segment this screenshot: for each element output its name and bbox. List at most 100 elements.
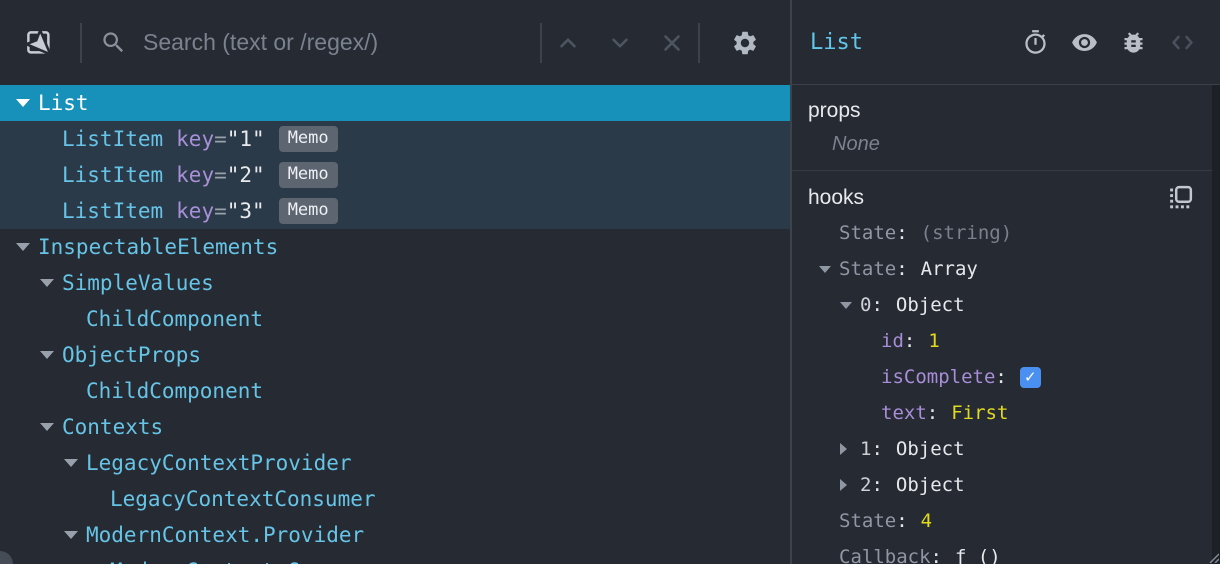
equals-sign: =	[214, 127, 227, 151]
key-attribute-value: "3"	[226, 199, 265, 223]
expander-down-icon[interactable]	[40, 423, 62, 431]
tree-row-listitem-2[interactable]: ListItem key = "2" Memo	[0, 157, 790, 193]
key-attribute-name: key	[176, 199, 215, 223]
suspend-toggle-button[interactable]	[1022, 29, 1049, 56]
tree-row-childcomponent-2[interactable]: ChildComponent	[0, 373, 790, 409]
component-name: ChildComponent	[86, 379, 264, 403]
hook-row-array-item-1[interactable]: 1: Object	[792, 431, 1220, 467]
hooks-section-title: hooks	[808, 185, 865, 209]
key-attribute-name: key	[176, 127, 215, 151]
hook-value: ƒ ()	[954, 546, 1001, 564]
component-name: ModernContext.Provider	[86, 523, 365, 547]
stopwatch-icon	[1025, 29, 1046, 54]
expander-down-icon[interactable]	[40, 351, 62, 359]
array-index: 2	[860, 474, 872, 496]
hook-value: Object	[895, 294, 965, 316]
tree-row-childcomponent-1[interactable]: ChildComponent	[0, 301, 790, 337]
expander-down-icon[interactable]	[40, 279, 62, 287]
hook-row-id[interactable]: id: 1	[792, 323, 1220, 359]
memo-badge: Memo	[278, 126, 338, 152]
react-devtools-components: List ListItem key="1" Memo ListItem key=…	[0, 0, 1220, 564]
expander-down-icon[interactable]	[840, 301, 860, 309]
key-attribute-value: "2"	[226, 163, 265, 187]
tree-row-simplevalues[interactable]: SimpleValues	[0, 265, 790, 301]
parse-hook-names-button[interactable]	[1167, 184, 1194, 211]
chevron-up-icon	[560, 37, 576, 48]
toolbar-divider	[80, 22, 82, 63]
dashed-square-icon	[1170, 185, 1193, 209]
tree-toolbar	[0, 0, 790, 85]
inspect-dom-button[interactable]	[1071, 29, 1098, 56]
view-source-button[interactable]	[1169, 29, 1196, 56]
tree-row-legacycontextconsumer[interactable]: LegacyContextConsumer	[0, 481, 790, 517]
tree-row-listitem-3[interactable]: ListItem key = "3" Memo	[0, 193, 790, 229]
memo-badge: Memo	[278, 162, 338, 188]
gear-icon	[734, 31, 756, 54]
tree-row-objectprops[interactable]: ObjectProps	[0, 337, 790, 373]
props-section-title: props	[808, 99, 861, 122]
log-to-console-button[interactable]	[1120, 29, 1147, 56]
tree-row-moderncontextconsumer[interactable]: ModernContext.Consumer	[0, 553, 790, 564]
editable-value[interactable]: 1	[928, 330, 939, 352]
hook-row-iscomplete[interactable]: isComplete: ✓	[792, 359, 1220, 395]
hook-row-array-item-0[interactable]: 0: Object	[792, 287, 1220, 323]
chevron-down-icon	[612, 37, 628, 48]
hooks-section-header: hooks	[792, 171, 1220, 215]
scrollbar-track[interactable]	[1212, 85, 1220, 564]
tree-row-legacycontextprovider[interactable]: LegacyContextProvider	[0, 445, 790, 481]
editable-value[interactable]: 4	[921, 510, 932, 532]
next-result-button[interactable]	[594, 22, 646, 64]
editable-value[interactable]: First	[951, 402, 1008, 424]
expander-down-icon[interactable]	[819, 265, 839, 273]
hook-value: Object	[895, 474, 965, 496]
previous-result-button[interactable]	[542, 22, 594, 64]
tree-row-contexts[interactable]: Contexts	[0, 409, 790, 445]
hook-value: (string)	[920, 222, 1013, 244]
props-empty-value: None	[832, 133, 880, 155]
object-key: text	[881, 402, 927, 424]
memo-badge: Memo	[278, 198, 338, 224]
component-name: SimpleValues	[62, 271, 214, 295]
expander-down-icon[interactable]	[64, 531, 86, 539]
hook-row-state-array[interactable]: State: Array	[792, 251, 1220, 287]
expander-down-icon[interactable]	[16, 99, 38, 107]
expander-right-icon[interactable]	[840, 479, 860, 491]
equals-sign: =	[214, 163, 227, 187]
selected-element-panel: List props None hooks State: (string) S…	[792, 0, 1220, 564]
hook-name: State	[839, 510, 897, 532]
search-input[interactable]	[143, 29, 540, 56]
hook-row-callback: Callback: ƒ ()	[792, 539, 1220, 564]
array-index: 1	[860, 438, 872, 460]
inspect-element-button[interactable]	[24, 28, 54, 58]
key-attribute-value: "1"	[226, 127, 265, 151]
expander-right-icon[interactable]	[840, 443, 860, 455]
component-name: ListItem	[62, 163, 164, 187]
hook-name: State	[839, 258, 897, 280]
key-attribute-name: key	[176, 163, 215, 187]
colon: :	[926, 402, 939, 424]
component-name: LegacyContextConsumer	[110, 487, 376, 511]
tree-row-inspectableelements[interactable]: InspectableElements	[0, 229, 790, 265]
tree-row-moderncontextprovider[interactable]: ModernContext.Provider	[0, 517, 790, 553]
clear-search-button[interactable]	[646, 22, 698, 64]
settings-button[interactable]	[722, 22, 768, 64]
colon: :	[896, 222, 908, 244]
tree-row-listitem-1[interactable]: ListItem key = "1" Memo	[0, 121, 790, 157]
array-index: 0	[860, 294, 872, 316]
hook-row-array-item-2[interactable]: 2: Object	[792, 467, 1220, 503]
tree-row-list[interactable]: List	[0, 85, 790, 121]
resize-grip-icon[interactable]	[1208, 552, 1219, 563]
hook-row-text[interactable]: text: First	[792, 395, 1220, 431]
expander-down-icon[interactable]	[64, 459, 86, 467]
bug-icon	[1124, 31, 1143, 53]
eye-icon	[1072, 33, 1097, 51]
checkbox-checked[interactable]: ✓	[1019, 366, 1041, 388]
colon: :	[930, 546, 942, 564]
component-name: List	[38, 91, 89, 115]
hook-value: Array	[920, 258, 978, 280]
object-key: id	[881, 330, 904, 352]
expander-down-icon[interactable]	[16, 243, 38, 251]
code-brackets-icon	[1172, 35, 1193, 49]
hook-row-state-number[interactable]: State: 4	[792, 503, 1220, 539]
colon: :	[871, 438, 883, 460]
